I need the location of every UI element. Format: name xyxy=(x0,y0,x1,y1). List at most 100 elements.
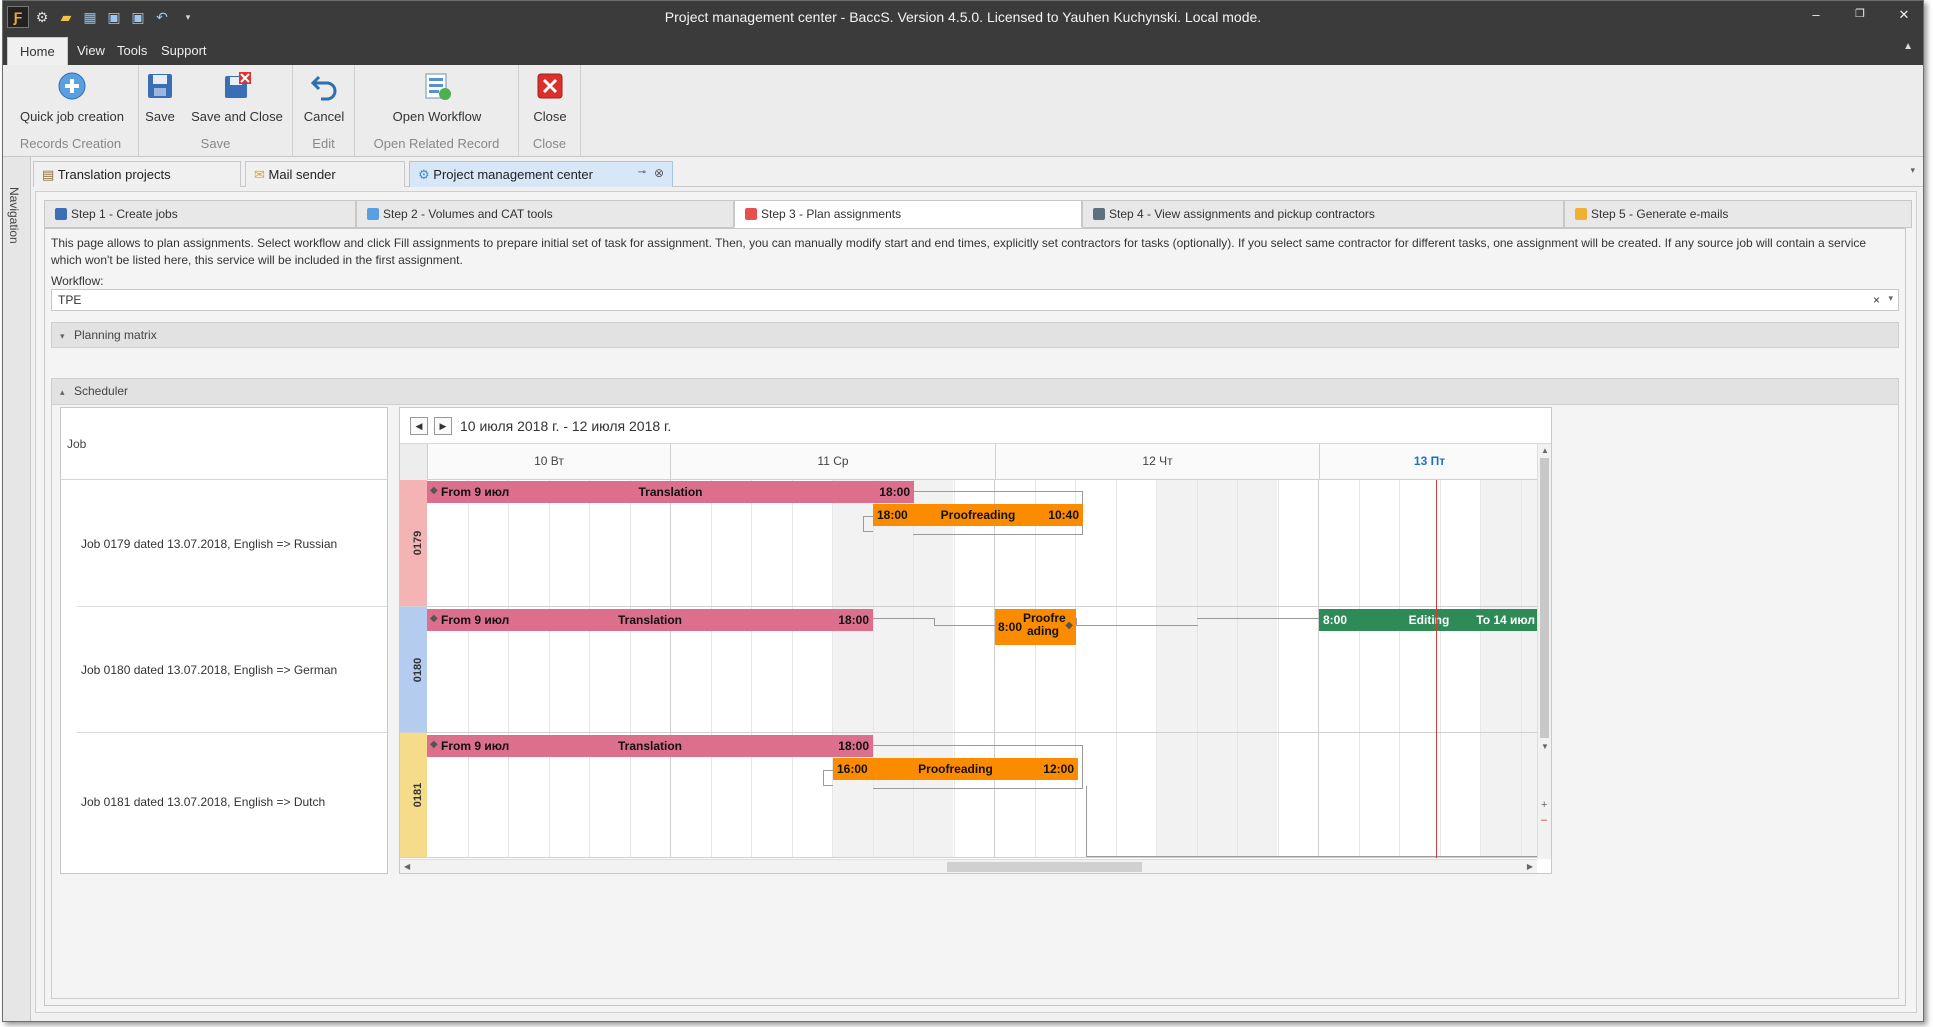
proofreading-bar[interactable]: 8:00 Proofre ading ◆ xyxy=(995,609,1076,645)
workflow-icon xyxy=(422,71,452,101)
save-and-close-button[interactable]: Save and Close xyxy=(189,71,285,124)
close-red-icon xyxy=(535,71,565,101)
group-records-creation: Quick job creation Records Creation xyxy=(3,65,139,157)
workflow-value: TPE xyxy=(58,293,82,307)
create-jobs-icon xyxy=(55,208,67,220)
navigation-label: Navigation xyxy=(7,187,21,244)
list-item[interactable]: Job 0181 dated 13.07.2018, English => Du… xyxy=(77,733,387,871)
workflow-tab-icon: ⚙ xyxy=(418,167,430,182)
grid-line xyxy=(1237,607,1238,732)
collapse-ribbon-icon[interactable]: ▲ xyxy=(1903,41,1913,52)
timeline-header: 10 Вт 11 Ср 12 Чт 13 Пт xyxy=(400,444,1537,480)
day-header-today[interactable]: 13 Пт xyxy=(1319,444,1539,480)
tab-step-2[interactable]: Step 2 - Volumes and CAT tools xyxy=(356,200,734,228)
non-working-shade xyxy=(1480,480,1540,606)
group-close: Close Close xyxy=(519,65,581,157)
editing-bar[interactable]: 8:00 Editing To 14 июл xyxy=(1319,609,1539,631)
translation-bar[interactable]: ◆ From 9 июл Translation 18:00 xyxy=(427,481,914,503)
prev-period-button[interactable]: ◀ xyxy=(410,417,428,435)
open-workflow-button[interactable]: Open Workflow xyxy=(385,71,489,124)
doc-tab-translation-projects[interactable]: ▤ Translation projects xyxy=(33,161,241,187)
row-label: 0179 xyxy=(400,480,427,607)
grid-line xyxy=(1480,480,1481,606)
group-save: Save Save and Close Save xyxy=(139,65,293,157)
cancel-button[interactable]: Cancel xyxy=(301,71,347,124)
tab-step-5[interactable]: Step 5 - Generate e-mails xyxy=(1564,200,1912,228)
minimize-button[interactable]: – xyxy=(1805,7,1827,27)
ribbon-tab-bar: Home View Tools Support ▲ xyxy=(3,33,1923,65)
doc-tab-mail-sender[interactable]: ✉ Mail sender xyxy=(245,161,405,187)
timeline-grid: 0179 0180 0181 ◆ From 9 июл Translation … xyxy=(400,480,1540,858)
title-bar: Ƒ ⚙ ▰ ▦ ▣ ▣ ↶ ▾ Project management cente… xyxy=(3,1,1923,33)
mail-icon: ✉ xyxy=(254,167,265,182)
add-circle-icon xyxy=(57,71,87,101)
day-header[interactable]: 12 Чт xyxy=(995,444,1319,480)
next-period-button[interactable]: ▶ xyxy=(434,417,452,435)
pin-icon[interactable]: ⊸ xyxy=(638,167,646,178)
scheduler-navigator: ◀ ▶ 10 июля 2018 г. - 12 июля 2018 г. xyxy=(400,408,1551,444)
restore-button[interactable]: ❐ xyxy=(1849,7,1871,27)
grid-line xyxy=(1197,480,1198,606)
chevron-down-icon[interactable]: ▾ xyxy=(1888,293,1893,304)
group-label: Save xyxy=(200,136,231,151)
grid-line xyxy=(1521,480,1522,606)
horizontal-scrollbar[interactable]: ◀ ▶ xyxy=(400,859,1537,873)
group-label: Close xyxy=(532,136,567,151)
date-range: 10 июля 2018 г. - 12 июля 2018 г. xyxy=(460,418,672,434)
doc-tab-project-management-center[interactable]: ⚙ Project management center ⊸ ⊗ xyxy=(409,161,673,187)
list-item[interactable]: Job 0179 dated 13.07.2018, English => Ru… xyxy=(77,480,387,607)
tab-home[interactable]: Home xyxy=(7,37,68,65)
grid-line xyxy=(1278,480,1279,606)
tab-step-1[interactable]: Step 1 - Create jobs xyxy=(44,200,356,228)
dependency-connector xyxy=(1076,618,1198,626)
zoom-in-icon[interactable]: + xyxy=(1541,799,1547,811)
tab-step-4[interactable]: Step 4 - View assignments and pickup con… xyxy=(1082,200,1564,228)
vertical-scroll-thumb[interactable] xyxy=(1540,458,1549,738)
dependency-connector xyxy=(1086,786,1539,857)
save-button[interactable]: Save xyxy=(145,71,175,124)
clear-icon[interactable]: × xyxy=(1873,293,1880,307)
list-item[interactable]: Job 0180 dated 13.07.2018, English => Ge… xyxy=(77,607,387,733)
group-open-related: Open Workflow Open Related Record xyxy=(355,65,519,157)
day-header[interactable]: 11 Ср xyxy=(670,444,995,480)
workflow-select[interactable]: TPE × ▾ xyxy=(51,289,1899,311)
planning-matrix-header[interactable]: ▾ Planning matrix xyxy=(51,322,1899,348)
scroll-right-icon[interactable]: ▶ xyxy=(1527,862,1533,871)
email-icon xyxy=(1575,208,1587,220)
close-tab-icon[interactable]: ⊗ xyxy=(654,166,664,180)
grid-line xyxy=(1278,607,1279,732)
row-label: 0181 xyxy=(400,733,427,858)
calendar-plan-icon xyxy=(745,208,757,220)
job-column-header: Job xyxy=(61,408,387,480)
scheduler-header[interactable]: ▴ Scheduler xyxy=(52,379,1898,405)
tab-list-dropdown-icon[interactable]: ▾ xyxy=(1910,165,1915,176)
quick-job-creation-button[interactable]: Quick job creation xyxy=(13,71,131,124)
horizontal-scroll-thumb[interactable] xyxy=(947,862,1142,872)
timeline-scheduler: ◀ ▶ 10 июля 2018 г. - 12 июля 2018 г. 10… xyxy=(399,407,1552,874)
grid-line xyxy=(1116,480,1117,606)
workflow-label: Workflow: xyxy=(51,274,104,288)
close-button[interactable]: Close xyxy=(533,71,567,124)
translation-bar[interactable]: ◆ From 9 июл Translation 18:00 xyxy=(427,735,873,757)
arrow-right-icon: ◆ xyxy=(1065,620,1073,631)
document-tab-bar: ▤ Translation projects ✉ Mail sender ⚙ P… xyxy=(33,159,1923,187)
step-description: This page allows to plan assignments. Se… xyxy=(51,236,1867,267)
row-label: 0180 xyxy=(400,607,427,733)
proofreading-bar[interactable]: 18:00 Proofreading 10:40 xyxy=(873,504,1083,526)
scroll-left-icon[interactable]: ◀ xyxy=(404,862,410,871)
save-close-icon xyxy=(222,71,252,101)
navigation-pane[interactable]: Navigation xyxy=(3,157,31,1021)
zoom-out-icon[interactable]: – xyxy=(1541,814,1547,826)
scroll-up-icon[interactable]: ▲ xyxy=(1541,446,1549,455)
tab-step-3[interactable]: Step 3 - Plan assignments xyxy=(734,200,1082,228)
vertical-scrollbar[interactable]: ▲ ▼ + – xyxy=(1537,444,1551,859)
day-header[interactable]: 10 Вт xyxy=(427,444,670,480)
tab-support[interactable]: Support xyxy=(149,37,219,65)
translation-bar[interactable]: ◆ From 9 июл Translation 18:00 xyxy=(427,609,873,631)
timeline-corner xyxy=(400,444,427,480)
scroll-down-icon[interactable]: ▼ xyxy=(1541,742,1549,751)
proofreading-bar[interactable]: 16:00 Proofreading 12:00 xyxy=(833,758,1078,780)
group-label: Records Creation xyxy=(19,136,122,151)
grid-line xyxy=(1399,480,1400,606)
close-window-button[interactable]: ✕ xyxy=(1893,7,1915,27)
